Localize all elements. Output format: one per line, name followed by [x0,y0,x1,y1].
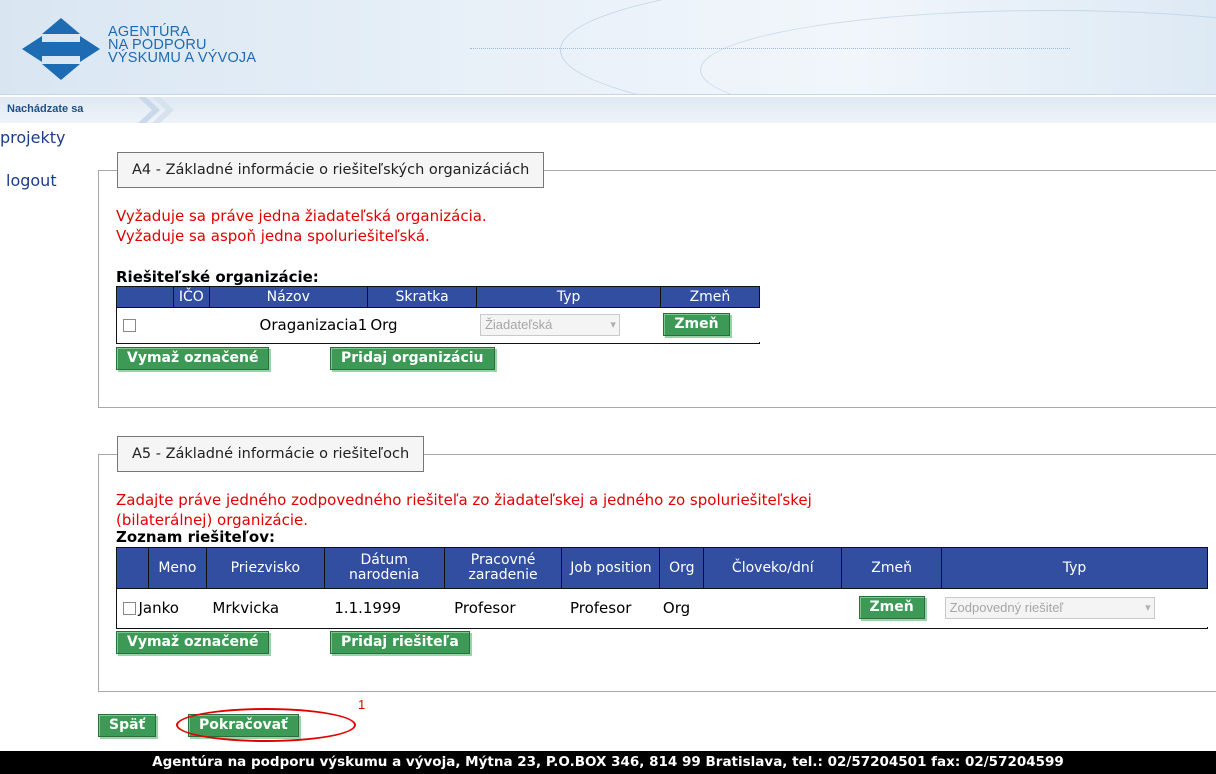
cell-cloveko [704,589,842,627]
cell-org: Org [662,598,691,617]
col-zaradenie: Pracovné zaradenie [443,547,563,589]
typ-select-value: Žiadateľská [484,316,553,332]
cell-job: Profesor [569,598,632,617]
agency-logo-icon [22,18,100,80]
table-row: Janko Mrkvicka 1.1.1999 Profesor Profeso… [116,588,1208,627]
typ-select-value: Zodpovedný riešiteľ [949,599,1064,615]
col-ico: IČO [172,286,210,308]
chevron-down-icon: ▾ [610,318,616,331]
nav-link-logout[interactable]: logout [6,171,57,190]
logo-line: VÝSKUMU A VÝVOJA [108,50,257,66]
cell-zaradenie: Profesor [454,598,516,617]
a5-table-title: Zoznam riešiteľov: [116,528,275,546]
breadcrumb-arrows-icon [138,97,174,123]
col-org: Org [659,547,705,589]
nav-link-projekty[interactable]: projekty [0,128,65,147]
organizations-table: IČO Názov Skratka Typ Zmeň Oraganizacia1… [116,286,761,344]
a4-error-message: Vyžaduje sa aspoň jedna spoluriešiteľská… [116,227,430,245]
a5-error-message: Zadajte práve jedného zodpovedného rieši… [116,491,812,509]
banner-divider [470,48,1070,49]
edit-researcher-button[interactable]: Zmeň [858,596,925,620]
cell-nazov: Oraganizacia1 [259,315,368,334]
col-priezvisko: Priezvisko [205,547,325,589]
typ-select[interactable]: Žiadateľská ▾ [479,313,620,336]
col-zmen: Zmeň [841,547,943,589]
agency-logo-text: AGENTÚRA NA PODPORU VÝSKUMU A VÝVOJA [108,25,257,66]
col-select [116,547,149,589]
col-zmen: Zmeň [659,286,761,308]
cell-priezvisko: Mrkvicka [212,598,280,617]
a5-error-message: (bilaterálnej) organizácie. [116,511,309,529]
researcher-typ-select[interactable]: Zodpovedný riešiteľ ▾ [944,596,1155,619]
delete-selected-organizations-button[interactable]: Vymaž označené [116,347,270,370]
footer-contact: Agentúra na podporu výskumu a vývoja, Mý… [0,751,1216,774]
cell-skratka: Org [370,315,398,334]
researchers-table: Meno Priezvisko Dátum narodenia Pracovné… [116,547,1208,629]
col-skratka: Skratka [366,286,478,308]
col-cloveko: Človeko/dní [703,547,843,589]
add-organization-button[interactable]: Pridaj organizáciu [330,347,495,370]
annotation-highlight-ellipse [176,708,356,742]
edit-organization-button[interactable]: Zmeň [663,313,730,337]
delete-selected-researchers-button[interactable]: Vymaž označené [116,631,270,654]
col-nazov: Názov [208,286,368,308]
section-a5-legend: A5 - Základné informácie o riešiteľoch [117,436,425,472]
col-typ: Typ [941,547,1208,589]
a4-table-title: Riešiteľské organizácie: [116,268,319,286]
back-button[interactable]: Späť [98,714,157,737]
col-meno: Meno [147,547,207,589]
cell-meno: Janko [138,598,179,617]
breadcrumb-label: Nachádzate sa [7,103,84,115]
section-a4-legend: A4 - Základné informácie o riešiteľských… [117,152,545,188]
col-job: Job position [561,547,661,589]
cell-ico [173,308,209,342]
row-checkbox[interactable] [122,601,136,615]
row-checkbox[interactable] [122,318,136,332]
cell-datum: 1.1.1999 [334,598,402,617]
col-select [116,286,174,308]
a4-error-message: Vyžaduje sa práve jedna žiadateľská orga… [116,207,487,225]
table-row: Oraganizacia1 Org Žiadateľská ▾ Zmeň [116,307,760,342]
annotation-number: 1 [358,697,366,712]
col-datum: Dátum narodenia [323,547,445,589]
header-banner: AGENTÚRA NA PODPORU VÝSKUMU A VÝVOJA [0,0,1216,95]
col-typ: Typ [476,286,661,308]
breadcrumb: Nachádzate sa [0,97,1216,123]
chevron-down-icon: ▾ [1145,601,1151,614]
add-researcher-button[interactable]: Pridaj riešiteľa [330,631,470,654]
